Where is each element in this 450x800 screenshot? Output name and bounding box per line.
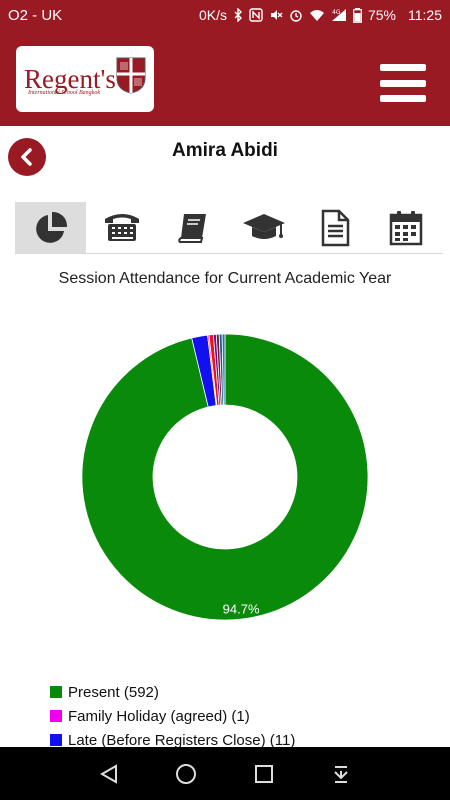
legend-swatch <box>50 686 62 698</box>
section-tabs <box>15 202 443 254</box>
tab-attendance[interactable] <box>15 202 86 253</box>
signal-icon: 4G <box>331 9 346 21</box>
menu-bar-bottom <box>380 95 426 102</box>
bluetooth-icon <box>234 8 242 22</box>
status-icons: 0K/s 4G 75% 11:25 <box>199 7 442 23</box>
legend-item[interactable]: Family Holiday (agreed) (1) <box>50 704 430 728</box>
menu-button[interactable] <box>380 64 426 102</box>
menu-bar-top <box>380 64 426 71</box>
pie-chart-icon <box>35 211 67 243</box>
graduation-cap-icon <box>242 213 285 239</box>
notification-pull-icon <box>334 765 348 783</box>
recents-square-icon <box>254 764 273 783</box>
tab-contacts[interactable] <box>86 202 157 253</box>
nav-home-button[interactable] <box>166 754 206 794</box>
logo-subtitle: International School Bangkok <box>28 90 100 96</box>
carrier-label: O2 - UK <box>8 6 63 24</box>
wifi-icon <box>309 10 324 21</box>
battery-percent: 75% <box>367 7 396 23</box>
status-bar: O2 - UK 0K/s 4G 75% 11:25 <box>0 0 450 30</box>
tab-calendar[interactable] <box>370 202 441 253</box>
app-header: Regent's International School Bangkok <box>0 30 450 126</box>
network-speed: 0K/s <box>198 7 227 23</box>
legend-label: Present (592) <box>68 683 159 701</box>
chart-legend: Present (592) Family Holiday (agreed) (1)… <box>50 680 430 752</box>
home-circle-icon <box>176 763 197 784</box>
back-triangle-icon <box>99 763 117 784</box>
legend-label: Family Holiday (agreed) (1) <box>68 707 250 725</box>
alarm-icon <box>290 10 302 22</box>
legend-label: Late (Before Registers Close) (11) <box>68 731 296 749</box>
back-button[interactable] <box>8 138 46 176</box>
document-icon <box>321 209 349 246</box>
student-name: Amira Abidi <box>172 140 278 161</box>
nav-notifications-button[interactable] <box>321 754 361 794</box>
attendance-donut-chart: 94.7% <box>81 333 369 621</box>
school-logo[interactable]: Regent's International School Bangkok <box>16 46 154 112</box>
network-type-label: 4G <box>332 9 341 16</box>
legend-swatch <box>50 734 62 746</box>
nav-back-button[interactable] <box>89 754 129 794</box>
calendar-icon <box>389 210 422 245</box>
crest-icon <box>116 57 146 94</box>
tab-subjects[interactable] <box>157 202 228 253</box>
menu-bar-middle <box>380 79 426 87</box>
legend-swatch <box>50 710 62 722</box>
legend-item[interactable]: Present (592) <box>50 680 430 704</box>
nav-recents-button[interactable] <box>244 754 284 794</box>
tab-education[interactable] <box>228 202 299 253</box>
battery-icon <box>353 7 362 23</box>
mute-icon <box>270 10 283 20</box>
chevron-left-icon <box>21 148 32 166</box>
nfc-icon <box>249 8 263 22</box>
telephone-icon <box>104 213 139 241</box>
logo-title: Regent's <box>24 63 116 94</box>
slice-label-0: 94.7% <box>223 602 260 617</box>
system-nav-bar <box>0 747 450 800</box>
tab-reports[interactable] <box>299 202 370 253</box>
book-icon <box>177 213 206 243</box>
clock: 11:25 <box>408 7 442 23</box>
chart-title: Session Attendance for Current Academic … <box>58 270 392 287</box>
